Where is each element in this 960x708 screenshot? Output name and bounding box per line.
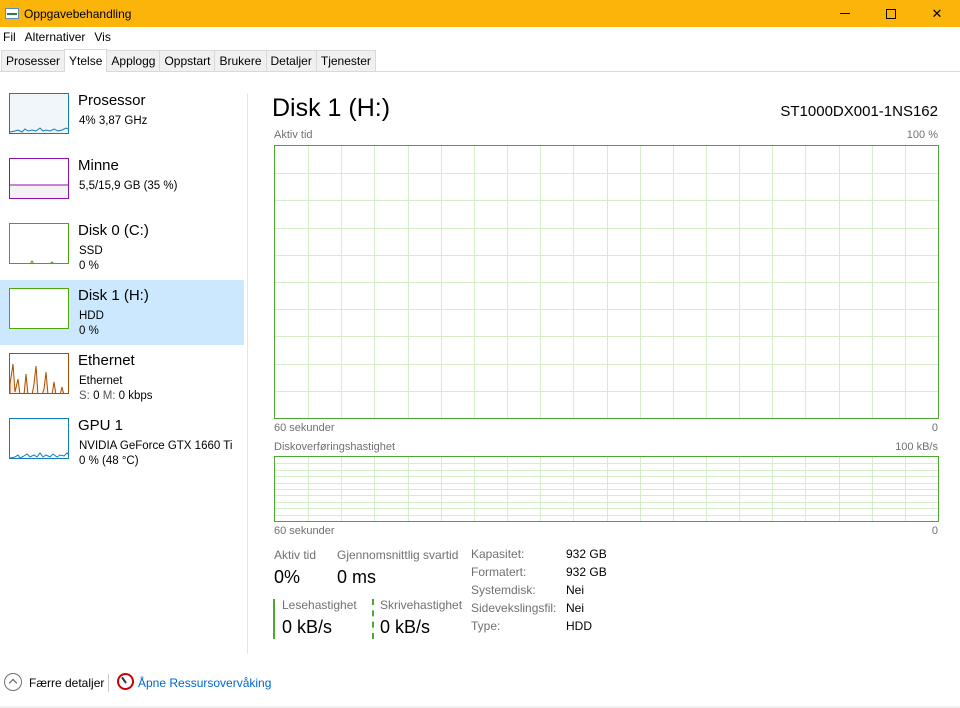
read-speed-label: Lesehastighet: [282, 598, 357, 612]
transfer-rate-graph-max: 100 kB/s: [895, 441, 938, 453]
menu-view[interactable]: Vis: [91, 30, 116, 44]
disk-type-label: Type:: [471, 619, 501, 633]
resource-monitor-icon[interactable]: [117, 673, 134, 690]
open-resource-monitor-link[interactable]: Åpne Ressursovervåking: [138, 676, 271, 690]
transfer-rate-graph-min: 0: [931, 525, 938, 537]
page-file-value: Nei: [566, 601, 585, 615]
sidebar-disk1-type: HDD: [79, 310, 104, 322]
ethernet-receive-label: M:: [102, 390, 116, 402]
ethernet-send-label: S:: [79, 390, 90, 402]
ethernet-thumbnail-graph: [9, 353, 69, 394]
gpu-thumbnail-graph: [9, 418, 69, 459]
disk-type-value: HDD: [566, 619, 592, 633]
transfer-rate-graph-timespan: 60 sekunder: [274, 525, 335, 537]
read-speed-value: 0 kB/s: [282, 617, 333, 637]
tab-processes[interactable]: Prosesser: [1, 50, 66, 71]
pane-divider[interactable]: [247, 94, 248, 654]
maximize-icon: [886, 8, 896, 19]
menu-file[interactable]: Fil: [0, 30, 22, 44]
disk1-thumbnail-graph: [9, 288, 69, 329]
formatted-value: 932 GB: [566, 565, 607, 579]
system-disk-value: Nei: [566, 583, 585, 597]
sidebar-item-gpu[interactable]: GPU 1 NVIDIA GeForce GTX 1660 Ti 0 % (48…: [0, 410, 244, 475]
transfer-rate-graph: [274, 456, 939, 522]
read-speed-indicator: [273, 599, 275, 639]
avg-response-label: Gjennomsnittlig svartid: [337, 548, 459, 562]
chevron-up-icon[interactable]: [4, 673, 22, 691]
ethernet-send-value: 0: [93, 390, 100, 402]
write-speed-indicator: [372, 599, 374, 639]
sidebar-ethernet-adapter: Ethernet: [79, 375, 123, 387]
menu-bar: Fil Alternativer Vis: [0, 27, 960, 47]
close-icon: ✕: [931, 5, 943, 21]
sidebar-item-ethernet[interactable]: Ethernet Ethernet S: 0 M: 0 kbps: [0, 345, 244, 410]
sidebar-disk0-usage: 0 %: [79, 260, 99, 272]
minimize-button[interactable]: [822, 0, 868, 27]
sidebar-item-disk0[interactable]: Disk 0 (C:) SSD 0 %: [0, 215, 244, 280]
disk0-thumbnail-graph: [9, 223, 69, 264]
active-time-graph-label: Aktiv tid: [274, 129, 313, 141]
window-title: Oppgavebehandling: [24, 6, 132, 21]
sidebar-disk1-name: Disk 1 (H:): [78, 287, 149, 304]
write-speed-value: 0 kB/s: [380, 617, 431, 637]
tab-users[interactable]: Brukere: [214, 50, 267, 71]
sidebar-cpu-name: Prosessor: [78, 92, 146, 109]
system-disk-label: Systemdisk:: [471, 583, 536, 597]
tab-startup[interactable]: Oppstart: [159, 50, 216, 71]
active-time-label: Aktiv tid: [274, 548, 317, 562]
avg-response-value: 0 ms: [337, 567, 377, 587]
page-file-label: Sidevekslingsfil:: [471, 601, 557, 615]
transfer-rate-graph-label: Diskoverføringshastighet: [274, 441, 396, 453]
sidebar-ethernet-name: Ethernet: [78, 352, 135, 369]
capacity-value: 932 GB: [566, 547, 607, 561]
tab-performance[interactable]: Ytelse: [64, 49, 108, 72]
close-button[interactable]: ✕: [914, 0, 960, 27]
sidebar-memory-name: Minne: [78, 157, 119, 174]
cpu-thumbnail-graph: [9, 93, 69, 134]
capacity-label: Kapasitet:: [471, 547, 525, 561]
fewer-details-button[interactable]: Færre detaljer: [29, 676, 104, 690]
formatted-label: Formatert:: [471, 565, 527, 579]
sidebar-disk0-name: Disk 0 (C:): [78, 222, 149, 239]
active-time-graph-timespan: 60 sekunder: [274, 422, 335, 434]
tab-services[interactable]: Tjenester: [315, 50, 376, 71]
sidebar-disk1-usage: 0 %: [79, 325, 99, 337]
active-time-value: 0%: [274, 567, 301, 587]
task-manager-icon: [4, 6, 20, 22]
sidebar-ethernet-throughput: S: 0 M: 0 kbps: [79, 390, 153, 402]
maximize-button[interactable]: [868, 0, 914, 27]
sidebar-disk0-type: SSD: [79, 245, 103, 257]
active-time-graph: [274, 145, 939, 419]
minimize-icon: [840, 13, 850, 14]
sidebar-memory-usage: 5,5/15,9 GB (35 %): [79, 180, 178, 192]
write-speed-label: Skrivehastighet: [380, 598, 463, 612]
sidebar-gpu-usage: 0 % (48 °C): [79, 455, 139, 467]
tab-bar: Prosesser Ytelse Applogg Oppstart Bruker…: [0, 49, 960, 72]
active-time-graph-min: 0: [931, 422, 938, 434]
footer-separator: [108, 674, 109, 692]
ethernet-receive-value: 0 kbps: [118, 390, 153, 402]
performance-sidebar: Prosessor 4% 3,87 GHz Minne 5,5/15,9 GB …: [0, 85, 244, 475]
tab-app-history[interactable]: Applogg: [106, 50, 161, 71]
active-time-graph-max: 100 %: [906, 129, 938, 141]
sidebar-gpu-model: NVIDIA GeForce GTX 1660 Ti: [79, 440, 233, 452]
menu-options[interactable]: Alternativer: [22, 30, 92, 44]
memory-thumbnail-graph: [9, 158, 69, 199]
sidebar-item-disk1[interactable]: Disk 1 (H:) HDD 0 %: [0, 280, 244, 345]
title-bar: Oppgavebehandling ✕: [0, 0, 960, 27]
sidebar-cpu-usage: 4% 3,87 GHz: [79, 115, 148, 127]
disk-title: Disk 1 (H:): [272, 94, 391, 122]
sidebar-gpu-name: GPU 1: [78, 417, 124, 434]
disk-model: ST1000DX001-1NS162: [780, 103, 938, 120]
footer-bar: Færre detaljer Åpne Ressursovervåking: [0, 668, 960, 698]
sidebar-item-cpu[interactable]: Prosessor 4% 3,87 GHz: [0, 85, 244, 150]
tab-details[interactable]: Detaljer: [265, 50, 317, 71]
sidebar-item-memory[interactable]: Minne 5,5/15,9 GB (35 %): [0, 150, 244, 215]
